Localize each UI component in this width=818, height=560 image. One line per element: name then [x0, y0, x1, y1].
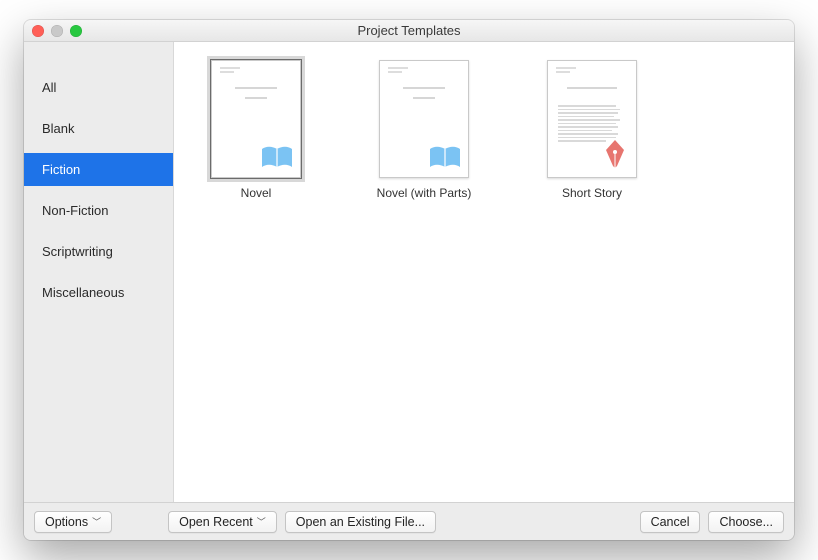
template-thumb [547, 60, 637, 178]
button-label: Open Recent [179, 515, 253, 529]
template-grid: Novel Novel (with Parts) [174, 42, 794, 502]
button-label: Cancel [651, 515, 690, 529]
chevron-down-icon: ﹀ [92, 515, 101, 528]
template-label: Novel (with Parts) [354, 186, 494, 200]
window-body: Getting Started All Blank Fiction Non-Fi… [24, 42, 794, 502]
template-novel[interactable]: Novel [186, 60, 326, 200]
button-label: Open an Existing File... [296, 515, 425, 529]
open-recent-button[interactable]: Open Recent ﹀ [168, 511, 277, 533]
traffic-lights [32, 25, 82, 37]
sidebar-item-miscellaneous[interactable]: Miscellaneous [24, 276, 173, 309]
sidebar-item-non-fiction[interactable]: Non-Fiction [24, 194, 173, 227]
button-label: Choose... [719, 515, 773, 529]
book-icon [428, 146, 462, 173]
window-title: Project Templates [24, 23, 794, 38]
template-novel-with-parts[interactable]: Novel (with Parts) [354, 60, 494, 200]
template-thumb [211, 60, 301, 178]
titlebar: Project Templates [24, 20, 794, 42]
sidebar-header: Getting Started [24, 48, 173, 71]
template-short-story[interactable]: Short Story [522, 60, 662, 200]
button-label: Options [45, 515, 88, 529]
options-button[interactable]: Options ﹀ [34, 511, 112, 533]
sidebar-item-all[interactable]: All [24, 71, 173, 104]
book-icon [260, 146, 294, 173]
template-label: Short Story [522, 186, 662, 200]
sidebar: Getting Started All Blank Fiction Non-Fi… [24, 42, 174, 502]
choose-button[interactable]: Choose... [708, 511, 784, 533]
open-existing-file-button[interactable]: Open an Existing File... [285, 511, 436, 533]
chevron-down-icon: ﹀ [257, 515, 266, 528]
template-chooser-window: Project Templates Getting Started All Bl… [24, 20, 794, 540]
template-label: Novel [186, 186, 326, 200]
footer-toolbar: Options ﹀ Open Recent ﹀ Open an Existing… [24, 502, 794, 540]
pen-nib-icon [600, 138, 630, 173]
sidebar-item-blank[interactable]: Blank [24, 112, 173, 145]
minimize-icon[interactable] [51, 25, 63, 37]
close-icon[interactable] [32, 25, 44, 37]
cancel-button[interactable]: Cancel [640, 511, 701, 533]
sidebar-item-fiction[interactable]: Fiction [24, 153, 173, 186]
zoom-icon[interactable] [70, 25, 82, 37]
sidebar-item-scriptwriting[interactable]: Scriptwriting [24, 235, 173, 268]
template-thumb [379, 60, 469, 178]
